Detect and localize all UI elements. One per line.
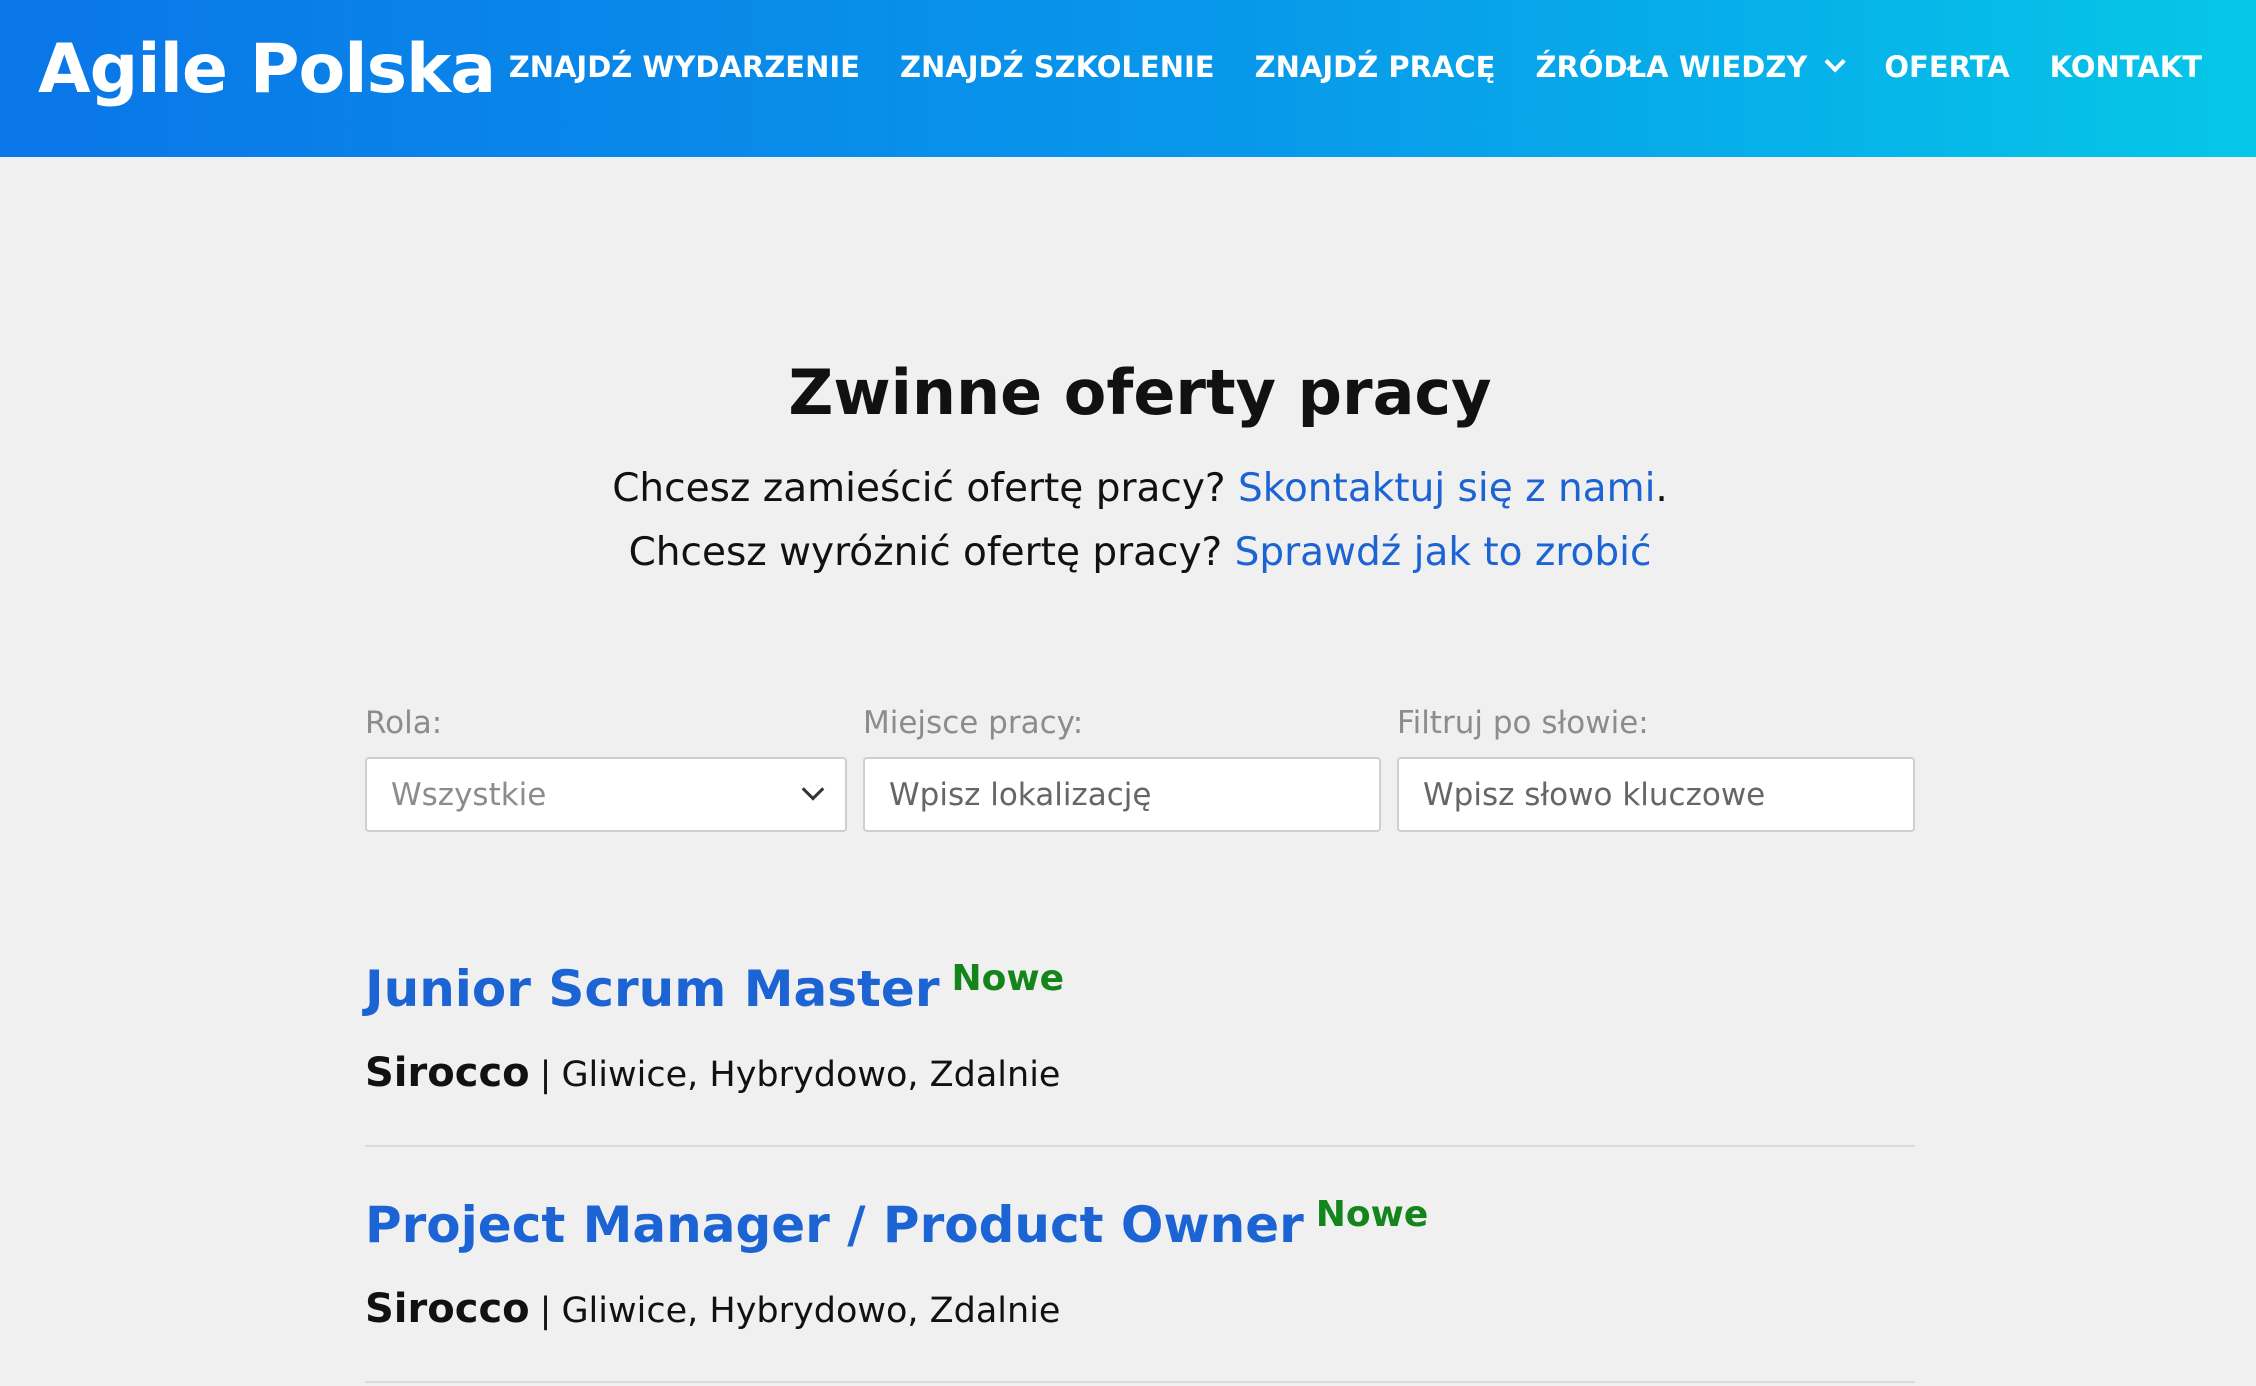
job-locations: Gliwice, Hybrydowo, Zdalnie [561, 1055, 1061, 1095]
nav-item-find-event[interactable]: ZNAJDŹ WYDARZENIE [509, 50, 860, 84]
nav-item-find-job[interactable]: ZNAJDŹ PRACĘ [1255, 50, 1496, 84]
role-select[interactable]: Wszystkie [365, 757, 847, 832]
job-meta: Sirocco | Gliwice, Hybrydowo, Zdalnie [365, 1286, 1060, 1332]
meta-separator: | [539, 1055, 552, 1095]
job-meta: Sirocco | Gliwice, Hybrydowo, Zdalnie [365, 1050, 1060, 1096]
nav-item-find-training[interactable]: ZNAJDŹ SZKOLENIE [900, 50, 1215, 84]
meta-separator: | [539, 1291, 552, 1331]
intro-line-feature-offer: Chcesz wyróżnić ofertę pracy? Sprawdź ja… [0, 530, 2256, 575]
main-nav: ZNAJDŹ WYDARZENIE ZNAJDŹ SZKOLENIE ZNAJD… [509, 50, 2202, 84]
list-divider [365, 1145, 1915, 1147]
nav-item-offer[interactable]: OFERTA [1884, 50, 2009, 84]
nav-item-knowledge-sources[interactable]: ŹRÓDŁA WIEDZY [1535, 50, 1847, 84]
location-input[interactable] [863, 757, 1381, 832]
intro-text-post-offer: Chcesz zamieścić ofertę pracy? [612, 466, 1238, 511]
job-locations: Gliwice, Hybrydowo, Zdalnie [561, 1291, 1061, 1331]
check-how-link[interactable]: Sprawdź jak to zrobić [1235, 530, 1652, 575]
job-title-link[interactable]: Junior Scrum Master [365, 960, 940, 1018]
page-title: Zwinne oferty pracy [788, 356, 1492, 429]
job-title-link[interactable]: Project Manager / Product Owner [365, 1196, 1304, 1254]
chevron-down-icon [801, 777, 825, 801]
role-select-value: Wszystkie [391, 776, 547, 813]
chevron-down-icon [1824, 50, 1847, 72]
nav-item-knowledge-sources-label: ŹRÓDŁA WIEDZY [1535, 50, 1808, 84]
job-company: Sirocco [365, 1050, 530, 1096]
job-title-row: Junior Scrum Master Nowe [365, 958, 1065, 1018]
nav-item-contact[interactable]: KONTAKT [2050, 50, 2202, 84]
location-filter-label: Miejsce pracy: [863, 705, 1084, 741]
intro-line-post-offer: Chcesz zamieścić ofertę pracy? Skontaktu… [0, 466, 2256, 511]
intro-text-feature-offer: Chcesz wyróżnić ofertę pracy? [628, 530, 1235, 575]
site-header: Agile Polska ZNAJDŹ WYDARZENIE ZNAJDŹ SZ… [0, 0, 2256, 157]
contact-us-link[interactable]: Skontaktuj się z nami [1238, 466, 1655, 511]
intro-period: . [1655, 466, 1668, 511]
job-company: Sirocco [365, 1286, 530, 1332]
site-logo[interactable]: Agile Polska [38, 30, 496, 109]
keyword-input[interactable] [1397, 757, 1915, 832]
list-divider [365, 1381, 1915, 1383]
keyword-filter-label: Filtruj po słowie: [1397, 705, 1649, 741]
role-filter-label: Rola: [365, 705, 443, 741]
new-badge: Nowe [951, 958, 1065, 999]
job-title-row: Project Manager / Product Owner Nowe [365, 1194, 1429, 1254]
new-badge: Nowe [1315, 1194, 1429, 1235]
